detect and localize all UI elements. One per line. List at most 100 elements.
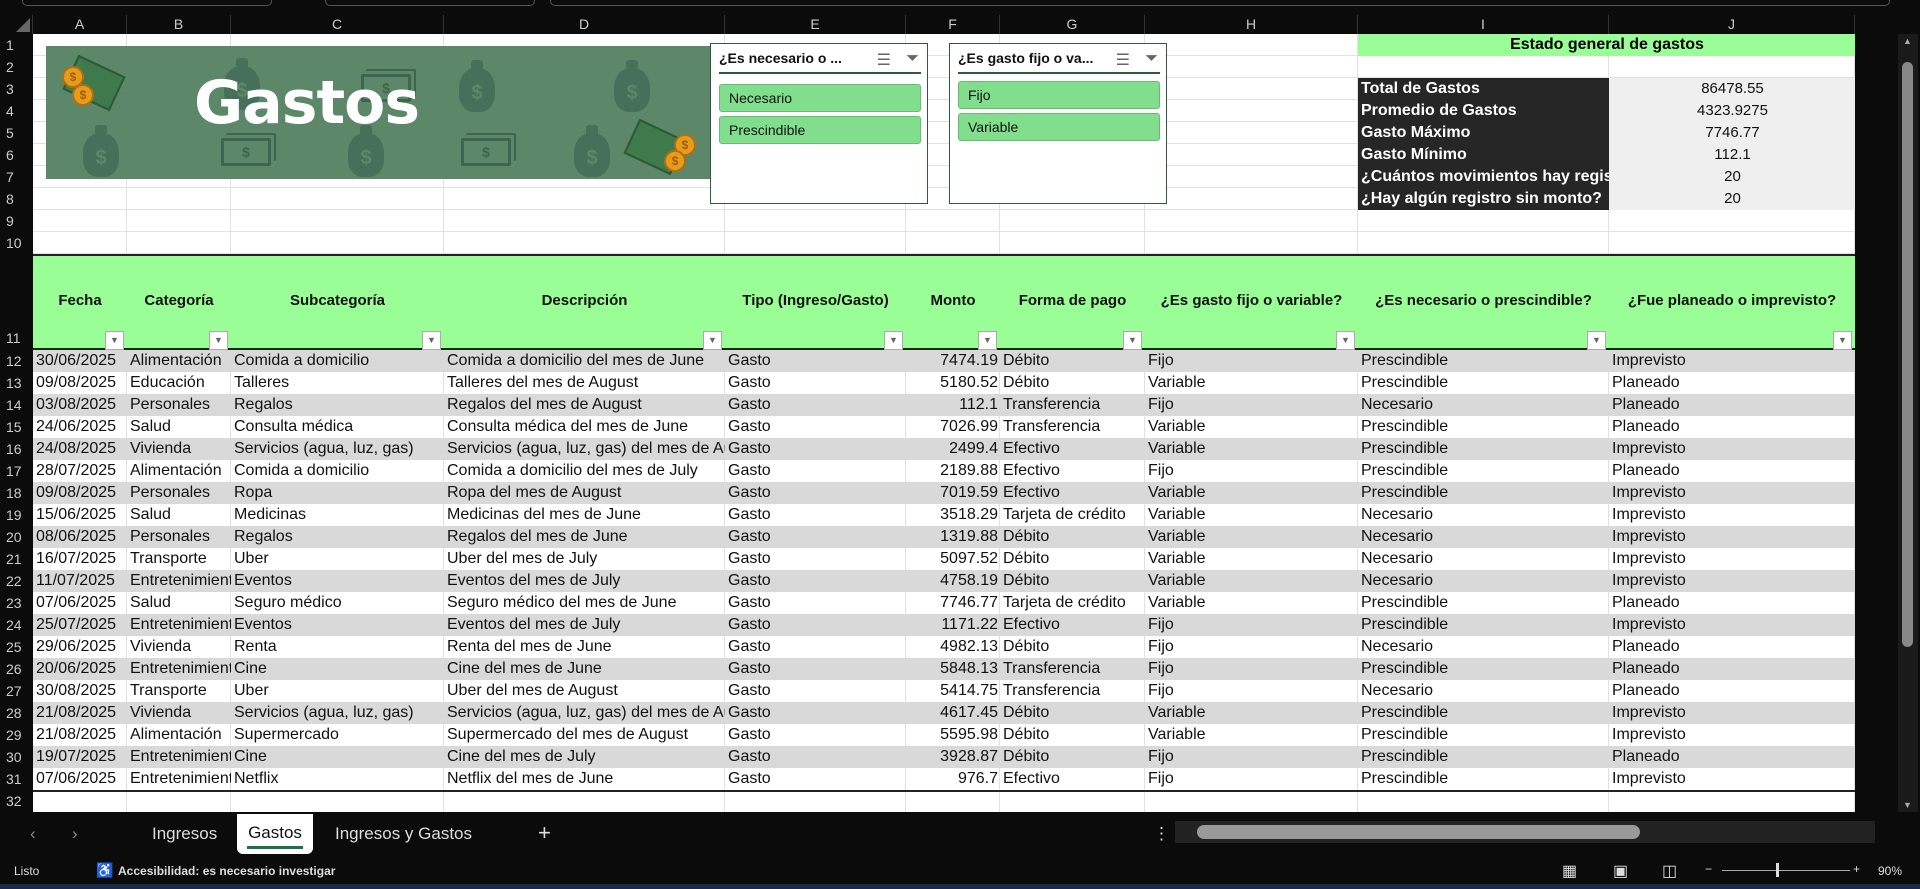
table-cell[interactable]: Cine del mes de June: [444, 658, 725, 680]
table-cell[interactable]: Transporte: [127, 548, 231, 570]
table-cell[interactable]: Talleres del mes de August: [444, 372, 725, 394]
table-cell[interactable]: Imprevisto: [1609, 614, 1855, 636]
table-cell[interactable]: Prescindible: [1358, 416, 1609, 438]
scroll-up-icon[interactable]: ▲: [1903, 36, 1912, 46]
table-cell[interactable]: Gasto: [725, 504, 906, 526]
table-cell[interactable]: Entretenimiento: [127, 570, 231, 592]
slicer-fijo-variable[interactable]: ¿Es gasto fijo o va... ☰ ⏷ Fijo Variable: [949, 43, 1167, 204]
row-header[interactable]: 30: [0, 746, 33, 768]
table-cell[interactable]: Prescindible: [1358, 658, 1609, 680]
table-row[interactable]: 07/06/2025 Entretenimiento Netflix Netflix …: [33, 768, 1855, 790]
table-cell[interactable]: Gasto: [725, 702, 906, 724]
row-header[interactable]: 31: [0, 768, 33, 790]
table-cell[interactable]: Servicios (agua, luz, gas): [231, 702, 444, 724]
table-cell[interactable]: Débito: [1000, 702, 1145, 724]
column-header-f[interactable]: F: [906, 15, 1000, 34]
table-cell[interactable]: Alimentación: [127, 724, 231, 746]
table-cell[interactable]: Débito: [1000, 636, 1145, 658]
table-cell[interactable]: Talleres: [231, 372, 444, 394]
table-row[interactable]: 28/07/2025 Alimentación Comida a domicilio…: [33, 460, 1855, 482]
table-cell[interactable]: 21/08/2025: [33, 724, 127, 746]
table-cell[interactable]: Personales: [127, 526, 231, 548]
table-row[interactable]: 15/06/2025 Salud Medicinas Medicinas del me…: [33, 504, 1855, 526]
slicer-item-necesario[interactable]: Necesario: [719, 84, 921, 112]
filter-dropdown-button[interactable]: ▼: [1587, 331, 1606, 350]
table-cell[interactable]: Servicios (agua, luz, gas) del mes de Au…: [444, 702, 725, 724]
table-cell[interactable]: Uber: [231, 548, 444, 570]
table-cell[interactable]: 16/07/2025: [33, 548, 127, 570]
zoom-slider[interactable]: [1722, 870, 1850, 871]
row-header[interactable]: 14: [0, 394, 33, 416]
scroll-down-icon[interactable]: ▼: [1903, 800, 1912, 810]
table-cell[interactable]: Efectivo: [1000, 460, 1145, 482]
normal-view-icon[interactable]: ▦: [1562, 861, 1577, 881]
table-row[interactable]: 03/08/2025 Personales Regalos Regalos del m…: [33, 394, 1855, 416]
table-cell[interactable]: 21/08/2025: [33, 702, 127, 724]
table-cell[interactable]: Imprevisto: [1609, 702, 1855, 724]
table-cell[interactable]: Renta: [231, 636, 444, 658]
table-cell[interactable]: 30/08/2025: [33, 680, 127, 702]
table-cell[interactable]: Transferencia: [1000, 394, 1145, 416]
table-cell[interactable]: Medicinas del mes de June: [444, 504, 725, 526]
table-cell[interactable]: 09/08/2025: [33, 482, 127, 504]
table-cell[interactable]: Gasto: [725, 460, 906, 482]
table-cell[interactable]: Fijo: [1145, 350, 1358, 372]
table-cell[interactable]: Débito: [1000, 526, 1145, 548]
table-cell[interactable]: Imprevisto: [1609, 526, 1855, 548]
table-cell[interactable]: Personales: [127, 482, 231, 504]
table-cell[interactable]: Variable: [1145, 702, 1358, 724]
row-header[interactable]: 13: [0, 372, 33, 394]
table-cell[interactable]: Necesario: [1358, 504, 1609, 526]
table-cell[interactable]: Entretenimiento: [127, 614, 231, 636]
table-cell[interactable]: Imprevisto: [1609, 768, 1855, 790]
table-cell[interactable]: 29/06/2025: [33, 636, 127, 658]
row-header[interactable]: 10: [0, 232, 33, 254]
table-cell[interactable]: Comida a domicilio del mes de June: [444, 350, 725, 372]
row-header[interactable]: 16: [0, 438, 33, 460]
table-cell[interactable]: Gasto: [725, 548, 906, 570]
table-cell[interactable]: Gasto: [725, 614, 906, 636]
table-cell[interactable]: Vivienda: [127, 702, 231, 724]
table-cell[interactable]: Ropa: [231, 482, 444, 504]
table-cell[interactable]: Ropa del mes de August: [444, 482, 725, 504]
table-cell[interactable]: Fijo: [1145, 636, 1358, 658]
table-cell[interactable]: Gasto: [725, 350, 906, 372]
table-row[interactable]: 09/08/2025 Educación Talleres Talleres del …: [33, 372, 1855, 394]
row-header[interactable]: 4: [0, 100, 33, 122]
column-header-i[interactable]: I: [1358, 15, 1609, 34]
table-cell[interactable]: Necesario: [1358, 526, 1609, 548]
table-cell[interactable]: 1171.22: [906, 614, 1000, 636]
table-cell[interactable]: Cine: [231, 746, 444, 768]
table-cell[interactable]: Fijo: [1145, 680, 1358, 702]
table-cell[interactable]: Gasto: [725, 394, 906, 416]
table-cell[interactable]: 15/06/2025: [33, 504, 127, 526]
row-header[interactable]: 23: [0, 592, 33, 614]
table-cell[interactable]: Comida a domicilio: [231, 460, 444, 482]
table-cell[interactable]: Planeado: [1609, 372, 1855, 394]
table-cell[interactable]: Fijo: [1145, 658, 1358, 680]
table-cell[interactable]: Uber del mes de August: [444, 680, 725, 702]
column-header-d[interactable]: D: [444, 15, 725, 34]
table-cell[interactable]: Uber del mes de July: [444, 548, 725, 570]
row-header[interactable]: 9: [0, 210, 33, 232]
table-cell[interactable]: Transferencia: [1000, 416, 1145, 438]
table-cell[interactable]: Comida a domicilio del mes de July: [444, 460, 725, 482]
page-layout-icon[interactable]: ▣: [1613, 861, 1628, 881]
table-cell[interactable]: Regalos: [231, 526, 444, 548]
table-cell[interactable]: Débito: [1000, 724, 1145, 746]
table-cell[interactable]: 5595.98: [906, 724, 1000, 746]
table-cell[interactable]: Gasto: [725, 680, 906, 702]
horizontal-scrollbar[interactable]: [1175, 821, 1875, 843]
table-cell[interactable]: Planeado: [1609, 658, 1855, 680]
table-cell[interactable]: Regalos: [231, 394, 444, 416]
table-cell[interactable]: Supermercado: [231, 724, 444, 746]
page-break-icon[interactable]: ◫: [1662, 861, 1677, 881]
table-row[interactable]: 20/06/2025 Entretenimiento Cine Cine del me…: [33, 658, 1855, 680]
filter-dropdown-button[interactable]: ▼: [703, 331, 722, 350]
table-row[interactable]: 09/08/2025 Personales Ropa Ropa del mes de …: [33, 482, 1855, 504]
column-header-a[interactable]: A: [33, 15, 127, 34]
table-cell[interactable]: 24/08/2025: [33, 438, 127, 460]
column-header-h[interactable]: H: [1145, 15, 1358, 34]
table-cell[interactable]: Cine: [231, 658, 444, 680]
filter-dropdown-button[interactable]: ▼: [105, 331, 124, 350]
